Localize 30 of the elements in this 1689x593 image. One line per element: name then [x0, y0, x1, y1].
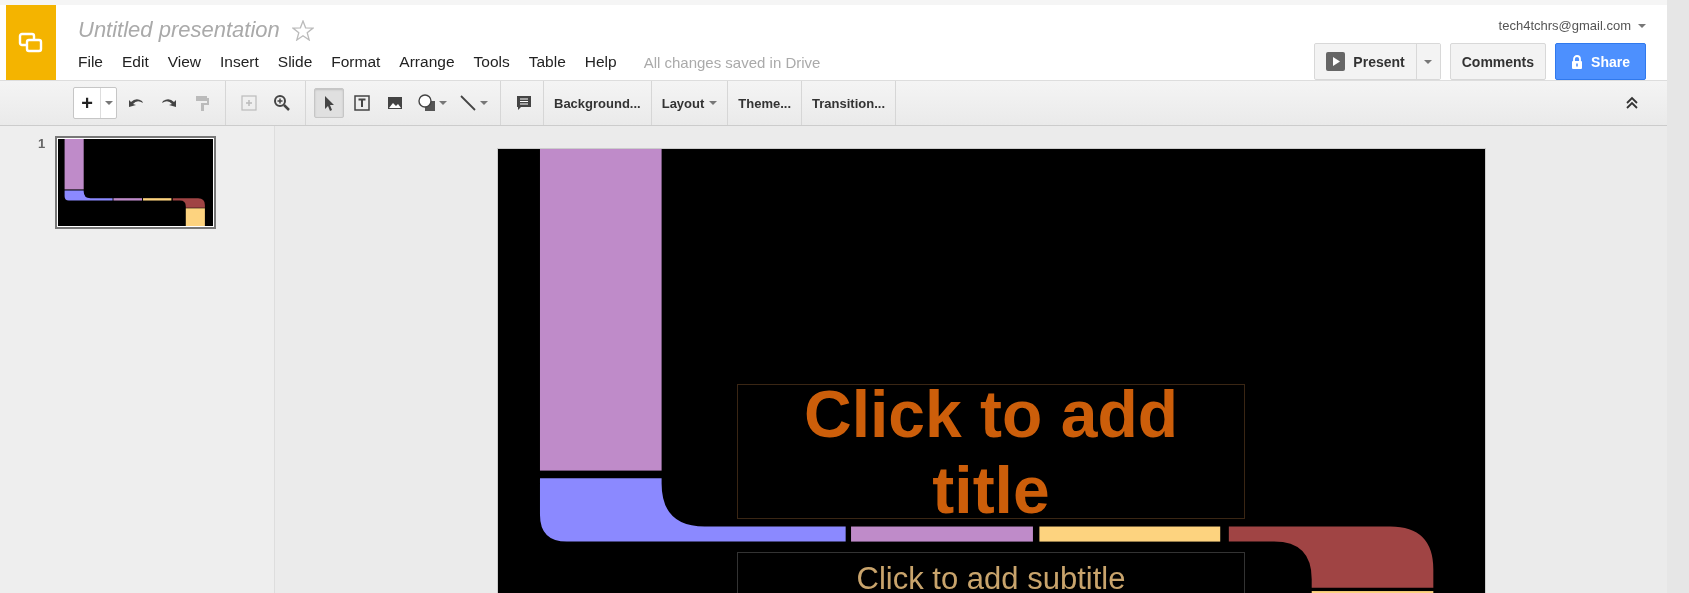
toolbar-button[interactable]: Background... [543, 81, 652, 125]
star-icon[interactable] [291, 19, 314, 41]
toolbar-button[interactable]: Theme... [728, 81, 803, 125]
collapse-icon[interactable] [1625, 96, 1639, 110]
toolbar-button[interactable]: Layout [651, 81, 729, 125]
subtitle-placeholder[interactable]: Click to add subtitle [737, 552, 1245, 593]
menu-item[interactable]: Edit [122, 51, 149, 73]
caret-icon [104, 101, 113, 105]
account-email[interactable]: tech4tchrs@gmail.com [1498, 18, 1631, 33]
menu-item[interactable]: File [78, 51, 103, 73]
account-caret-icon [1638, 23, 1646, 28]
title-placeholder[interactable]: Click to add title [737, 384, 1245, 519]
toolbar-button[interactable]: Transition... [802, 81, 897, 125]
menu-item[interactable]: View [167, 51, 202, 73]
play-icon [1326, 52, 1346, 71]
menu-item[interactable]: Slide [277, 51, 313, 73]
lock-icon [1571, 54, 1584, 69]
menu-item[interactable]: Arrange [399, 51, 455, 73]
comments-button[interactable]: Comments [1449, 43, 1547, 80]
menu-item[interactable]: Help [584, 51, 617, 73]
menu-item[interactable]: Format [331, 51, 381, 73]
slide-number: 1 [38, 136, 46, 153]
caret-icon [709, 101, 718, 105]
new-slide-menu-button[interactable] [100, 88, 116, 118]
pointer-icon[interactable] [314, 88, 344, 118]
menu-item[interactable]: Tools [473, 51, 510, 73]
save-status: All changes saved in Drive [643, 53, 821, 71]
menu-item[interactable]: Table [528, 51, 566, 73]
menu-item[interactable]: Insert [220, 51, 259, 73]
caret-icon [1424, 59, 1433, 64]
